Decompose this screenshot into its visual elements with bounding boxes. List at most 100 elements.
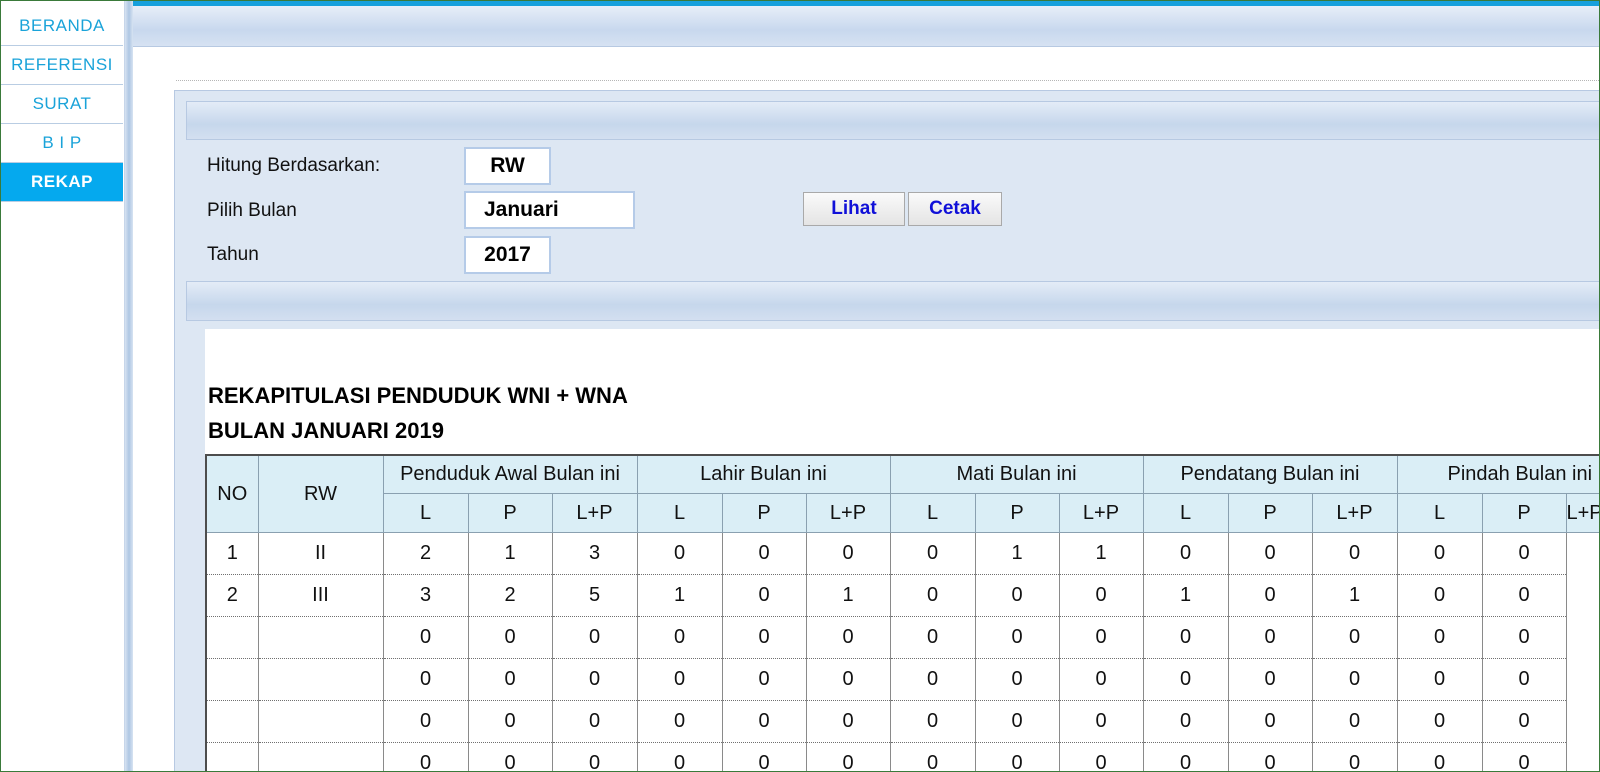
- col-subheader: L+P: [551, 493, 638, 533]
- cell-value: 0: [805, 616, 891, 659]
- cell-value: 0: [636, 616, 723, 659]
- cell-value: 0: [1058, 658, 1144, 701]
- cell-rw: II: [257, 532, 384, 575]
- cell-value: 0: [1142, 532, 1229, 575]
- cell-value: 0: [889, 574, 976, 617]
- cell-value: 0: [1058, 616, 1144, 659]
- cell-value: 0: [551, 700, 638, 743]
- cell-value: 0: [1396, 700, 1483, 743]
- cell-value: 0: [1142, 700, 1229, 743]
- sidebar-item-bip[interactable]: B I P: [1, 124, 123, 163]
- cell-value: 0: [1481, 574, 1567, 617]
- cell-value: 0: [467, 658, 553, 701]
- sidebar-splitter: [125, 1, 133, 771]
- cell-value: 5: [551, 574, 638, 617]
- cell-no: 2: [205, 574, 259, 617]
- col-subheader: P: [974, 493, 1060, 533]
- cell-value: 0: [721, 574, 807, 617]
- cell-rw: [257, 700, 384, 743]
- col-group-header: Penduduk Awal Bulan ini: [382, 454, 638, 494]
- cell-value: 0: [1058, 574, 1144, 617]
- year-label: Tahun: [207, 244, 259, 265]
- cell-value: 0: [1142, 742, 1229, 771]
- cell-value: 0: [974, 574, 1060, 617]
- cell-value: 0: [721, 700, 807, 743]
- cell-rw: III: [257, 574, 384, 617]
- view-button[interactable]: Lihat: [803, 192, 905, 226]
- cell-value: 0: [551, 658, 638, 701]
- col-subheader: P: [467, 493, 553, 533]
- cell-value: 0: [889, 532, 976, 575]
- cell-value: 0: [1396, 658, 1483, 701]
- cell-value: 0: [1311, 532, 1398, 575]
- cell-value: 0: [974, 616, 1060, 659]
- cell-value: 1: [974, 532, 1060, 575]
- cell-value: 0: [467, 616, 553, 659]
- cell-no: [205, 658, 259, 701]
- cell-value: 0: [721, 616, 807, 659]
- report-header-bar: [186, 281, 1599, 321]
- recap-panel: Hitung Berdasarkan: RW Pilih Bulan Janua…: [174, 90, 1599, 771]
- col-header-rw: RW: [257, 454, 384, 533]
- cell-value: 0: [1481, 532, 1567, 575]
- cell-value: 3: [551, 532, 638, 575]
- cell-rw: [257, 742, 384, 771]
- cell-value: 0: [1227, 658, 1313, 701]
- cell-value: 0: [1142, 616, 1229, 659]
- report-subtitle: BULAN JANUARI 2019: [208, 418, 444, 443]
- cell-value: 0: [467, 700, 553, 743]
- sidebar-item-referensi[interactable]: REFERENSI: [1, 46, 123, 85]
- cell-rw: [257, 658, 384, 701]
- basis-label: Hitung Berdasarkan:: [207, 155, 381, 176]
- col-subheader: P: [721, 493, 807, 533]
- cell-no: [205, 616, 259, 659]
- cell-value: 0: [1142, 658, 1229, 701]
- col-group-header: Pindah Bulan ini: [1396, 454, 1599, 494]
- cell-value: 2: [382, 532, 469, 575]
- cell-value: 0: [889, 742, 976, 771]
- cell-value: 0: [1311, 658, 1398, 701]
- sidebar-nav: BERANDA REFERENSI SURAT B I P REKAP: [1, 1, 125, 771]
- cell-value: 0: [889, 616, 976, 659]
- col-subheader: L: [1142, 493, 1229, 533]
- cell-value: 1: [467, 532, 553, 575]
- cell-value: 0: [805, 532, 891, 575]
- cell-value: 0: [889, 700, 976, 743]
- year-field[interactable]: 2017: [464, 236, 551, 274]
- cell-value: 0: [1311, 700, 1398, 743]
- cell-value: 0: [636, 532, 723, 575]
- cell-value: 0: [1396, 742, 1483, 771]
- sidebar-item-surat[interactable]: SURAT: [1, 85, 123, 124]
- panel-header-bar: [186, 101, 1599, 140]
- cell-value: 0: [1481, 658, 1567, 701]
- cell-value: 0: [1396, 616, 1483, 659]
- cell-value: 0: [974, 742, 1060, 771]
- col-subheader: P: [1481, 493, 1567, 533]
- cell-value: 0: [1058, 700, 1144, 743]
- table-row: 1 II 2 1 3 0 0 0 0 1 1 0 0 0 0 0: [205, 532, 1599, 575]
- cell-value: 1: [636, 574, 723, 617]
- cell-value: 0: [551, 742, 638, 771]
- cell-value: 3: [382, 574, 469, 617]
- col-subheader: P: [1227, 493, 1313, 533]
- month-select[interactable]: Januari: [464, 191, 635, 229]
- table-row: 00000000000000: [205, 616, 1599, 659]
- cell-value: 1: [805, 574, 891, 617]
- cell-value: 0: [636, 742, 723, 771]
- print-button[interactable]: Cetak: [908, 192, 1002, 226]
- cell-value: 0: [974, 658, 1060, 701]
- cell-value: 0: [382, 700, 469, 743]
- cell-value: 0: [1481, 742, 1567, 771]
- col-subheader: L+P: [1058, 493, 1144, 533]
- cell-value: 0: [467, 742, 553, 771]
- cell-value: 0: [1396, 574, 1483, 617]
- cell-value: 0: [721, 532, 807, 575]
- sidebar-item-rekap[interactable]: REKAP: [1, 163, 123, 202]
- cell-value: 1: [1142, 574, 1229, 617]
- cell-value: 0: [721, 658, 807, 701]
- cell-value: 0: [1227, 574, 1313, 617]
- basis-field[interactable]: RW: [464, 147, 551, 185]
- cell-value: 0: [636, 700, 723, 743]
- cell-value: 0: [1227, 616, 1313, 659]
- sidebar-item-beranda[interactable]: BERANDA: [1, 7, 123, 46]
